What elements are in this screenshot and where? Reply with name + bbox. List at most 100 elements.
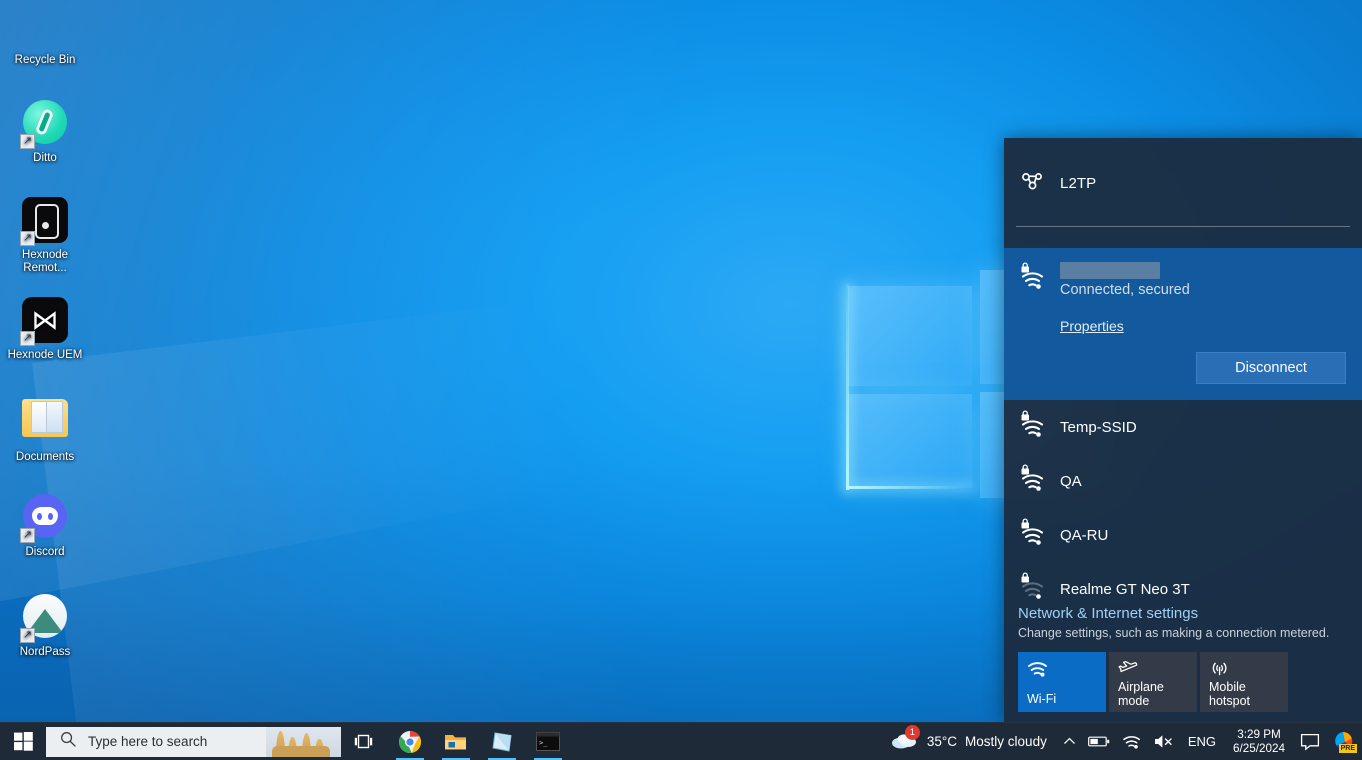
desktop-icon-hexnode-uem[interactable]: ⋈ ↗ Hexnode UEM — [2, 296, 88, 362]
notepad-icon — [492, 731, 512, 752]
desktop-icon-documents[interactable]: Documents — [2, 394, 88, 464]
clock-time: 3:29 PM — [1237, 727, 1281, 741]
office-pre-icon: PRE — [1332, 731, 1357, 753]
taskbar-notepad-button[interactable] — [479, 723, 525, 760]
cloud-icon: 1 — [891, 725, 920, 755]
disconnect-button[interactable]: Disconnect — [1196, 352, 1346, 384]
wifi-secured-icon — [1020, 262, 1046, 297]
wifi-icon-button[interactable] — [1116, 723, 1148, 760]
action-center-button[interactable] — [1294, 723, 1326, 760]
desktop-icon-label: Hexnode UEM — [7, 349, 83, 361]
wifi-secured-icon — [1020, 463, 1046, 499]
battery-icon — [1087, 736, 1110, 747]
vpn-item-l2tp[interactable]: L2TP — [1004, 162, 1362, 204]
network-item[interactable]: QA — [1004, 454, 1362, 508]
language-indicator[interactable]: ENG — [1180, 734, 1224, 749]
taskbar[interactable]: Type here to search >_ 1 35°C Mostly clo… — [0, 722, 1362, 760]
clock-date: 6/25/2024 — [1233, 741, 1285, 755]
action-center-icon — [1300, 733, 1320, 751]
recycle-bin-icon — [21, 2, 69, 50]
desktop-icon-label: Documents — [15, 451, 75, 463]
office-pre-button[interactable]: PRE — [1326, 723, 1362, 760]
start-button[interactable] — [0, 723, 46, 760]
connected-network-item[interactable]: Connected, secured Properties Disconnect — [1004, 248, 1362, 400]
battery-icon-button[interactable] — [1082, 723, 1116, 760]
weather-temperature: 35°C — [926, 734, 958, 749]
ditto-icon: ↗ — [20, 100, 69, 149]
desktop-icon-ditto[interactable]: ↗ Ditto — [2, 98, 88, 165]
network-item[interactable]: QA-RU — [1004, 508, 1362, 562]
volume-muted-icon — [1154, 735, 1172, 748]
windows-logo-icon — [13, 732, 33, 751]
tile-mobile-hotspot[interactable]: Mobile hotspot — [1200, 652, 1288, 712]
svg-text:>_: >_ — [539, 739, 548, 747]
search-input[interactable]: Type here to search — [46, 726, 341, 757]
desktop[interactable]: Recycle Bin ↗ Ditto ↗ Hexnode Remot... ⋈… — [0, 0, 1362, 760]
tile-wifi[interactable]: Wi-Fi — [1018, 652, 1106, 712]
connection-status: Connected, secured — [1060, 282, 1190, 298]
desktop-icon-discord[interactable]: ↗ Discord — [2, 492, 88, 559]
section-divider — [1016, 226, 1350, 227]
desktop-icon-label: NordPass — [19, 646, 71, 658]
volume-muted-button[interactable] — [1148, 723, 1180, 760]
show-hidden-icons-button[interactable] — [1057, 723, 1082, 760]
system-tray[interactable]: 1 35°C Mostly cloudy ENG 3:29 PM 6/25/20… — [883, 723, 1362, 760]
task-view-icon — [354, 734, 373, 748]
desktop-icon-recycle-bin[interactable]: Recycle Bin — [2, 2, 88, 67]
vpn-icon — [1020, 171, 1046, 196]
connected-ssid-redacted — [1060, 262, 1160, 279]
vpn-section: L2TP — [1004, 138, 1362, 227]
hotspot-icon — [1209, 660, 1280, 680]
documents-folder-icon — [21, 399, 69, 447]
network-settings-link[interactable]: Network & Internet settings — [1018, 605, 1346, 622]
taskbar-clock[interactable]: 3:29 PM 6/25/2024 — [1224, 728, 1294, 756]
chevron-up-icon — [1063, 737, 1075, 744]
hexnode-remote-icon: ↗ — [20, 197, 69, 246]
tile-airplane-mode[interactable]: Airplane mode — [1109, 652, 1197, 712]
wifi-secured-icon — [1020, 409, 1046, 445]
task-view-button[interactable] — [341, 723, 387, 760]
properties-link[interactable]: Properties — [1060, 318, 1124, 334]
weather-notification-badge: 1 — [904, 725, 920, 740]
folder-icon — [445, 734, 466, 749]
network-name: QA-RU — [1060, 526, 1109, 544]
taskbar-file-explorer-button[interactable] — [433, 723, 479, 760]
wifi-secured-icon — [1020, 571, 1046, 606]
network-item[interactable]: Realme GT Neo 3T — [1004, 562, 1362, 605]
wifi-secured-icon — [1020, 517, 1046, 553]
tile-label: Mobile hotspot — [1209, 680, 1251, 708]
shortcut-arrow-icon: ↗ — [20, 628, 35, 643]
terminal-icon: >_ — [536, 732, 560, 751]
desktop-icon-label: Recycle Bin — [14, 54, 76, 66]
discord-icon: ↗ — [20, 494, 69, 543]
shortcut-arrow-icon: ↗ — [20, 528, 35, 543]
available-networks-list[interactable]: Temp-SSID QA QA-RU Realme GT Neo 3T — [1004, 400, 1362, 605]
search-highlight-image — [266, 726, 341, 757]
vpn-name: L2TP — [1060, 174, 1097, 192]
network-item[interactable]: Temp-SSID — [1004, 400, 1362, 454]
desktop-icon-label: Hexnode Remot... — [21, 249, 69, 274]
desktop-icon-hexnode-remote[interactable]: ↗ Hexnode Remot... — [2, 196, 88, 275]
shortcut-arrow-icon: ↗ — [20, 231, 35, 246]
network-name: QA — [1060, 472, 1082, 490]
network-flyout-panel[interactable]: L2TP Connected, secured Properties Disco… — [1004, 138, 1362, 722]
network-settings-area: Network & Internet settings Change setti… — [1004, 605, 1362, 722]
airplane-icon — [1118, 660, 1189, 680]
weather-condition: Mostly cloudy — [965, 734, 1047, 749]
shortcut-arrow-icon: ↗ — [20, 134, 35, 149]
network-name: Temp-SSID — [1060, 418, 1137, 436]
search-placeholder: Type here to search — [88, 734, 208, 749]
taskbar-chrome-button[interactable] — [387, 723, 433, 760]
network-name: Realme GT Neo 3T — [1060, 580, 1190, 598]
desktop-icon-nordpass[interactable]: ↗ NordPass — [2, 592, 88, 659]
taskbar-command-prompt-button[interactable]: >_ — [525, 723, 571, 760]
tile-label: Airplane mode — [1118, 680, 1164, 708]
nordpass-icon: ↗ — [20, 594, 69, 643]
wifi-icon — [1123, 735, 1140, 749]
desktop-icon-label: Discord — [25, 546, 65, 558]
taskbar-weather-widget[interactable]: 1 35°C Mostly cloudy — [883, 725, 1057, 755]
hexnode-uem-icon: ⋈ ↗ — [20, 297, 69, 346]
shortcut-arrow-icon: ↗ — [20, 331, 35, 346]
chrome-icon — [399, 730, 421, 753]
quick-action-tiles: Wi-Fi Airplane mode Mobile hotspot — [1018, 652, 1346, 722]
